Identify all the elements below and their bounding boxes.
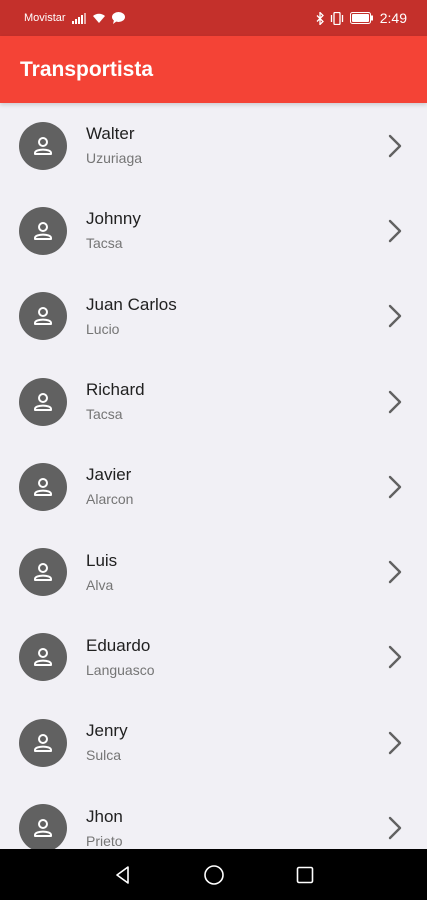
first-name: Jhon xyxy=(86,806,123,826)
person-icon xyxy=(34,477,52,496)
chevron-right-icon xyxy=(387,645,403,669)
person-icon xyxy=(34,563,52,582)
avatar xyxy=(19,718,67,767)
chevron-right-icon xyxy=(387,134,403,158)
chevron-right-icon xyxy=(387,219,403,243)
name-block: Jenry Sulca xyxy=(86,720,128,765)
avatar xyxy=(19,633,67,682)
person-icon xyxy=(34,307,52,326)
bluetooth-icon xyxy=(316,11,324,25)
name-block: Walter Uzuriaga xyxy=(86,123,142,168)
avatar xyxy=(19,121,67,170)
list-item[interactable]: Jhon Prieto xyxy=(0,785,427,849)
carrier-name: Movistar xyxy=(24,12,66,24)
name-block: Eduardo Languasco xyxy=(86,635,155,680)
list-item[interactable]: Luis Alva xyxy=(0,529,427,614)
person-icon xyxy=(34,648,52,667)
chevron-right-icon xyxy=(387,816,403,840)
list-item[interactable]: Eduardo Languasco xyxy=(0,615,427,700)
list-item[interactable]: Johnny Tacsa xyxy=(0,188,427,273)
first-name: Eduardo xyxy=(86,635,151,655)
battery-icon xyxy=(349,12,374,24)
chevron-right-icon xyxy=(387,304,403,328)
home-button[interactable] xyxy=(168,849,259,900)
status-bar: Movistar 2:49 xyxy=(0,0,427,36)
chevron-right-icon xyxy=(387,390,403,414)
last-name: Languasco xyxy=(86,661,155,678)
chevron-right-icon xyxy=(387,475,403,499)
message-icon xyxy=(111,12,125,24)
first-name: Javier xyxy=(86,465,132,485)
driver-list: Walter Uzuriaga Johnny Tacsa Juan Carlos Luci… xyxy=(0,103,427,849)
chevron-right-icon xyxy=(387,560,403,584)
first-name: Walter xyxy=(86,124,135,144)
status-right: 2:49 xyxy=(316,10,407,26)
name-block: Luis Alva xyxy=(86,550,117,595)
status-left: Movistar xyxy=(24,12,125,24)
person-icon xyxy=(34,733,52,752)
status-time: 2:49 xyxy=(379,10,407,26)
vibrate-icon xyxy=(330,11,344,25)
name-block: Johnny Tacsa xyxy=(86,208,141,253)
back-button[interactable] xyxy=(77,849,168,900)
signal-icon xyxy=(71,12,86,24)
avatar xyxy=(19,292,67,341)
first-name: Luis xyxy=(86,550,118,570)
list-item[interactable]: Jenry Sulca xyxy=(0,700,427,785)
last-name: Uzuriaga xyxy=(86,150,143,167)
last-name: Sulca xyxy=(86,747,122,764)
avatar xyxy=(19,206,67,255)
last-name: Tacsa xyxy=(86,406,123,423)
last-name: Alva xyxy=(86,576,114,593)
wifi-icon xyxy=(92,13,106,24)
list-item[interactable]: Juan Carlos Lucio xyxy=(0,274,427,359)
avatar xyxy=(19,804,67,849)
name-block: Richard Tacsa xyxy=(86,379,145,424)
name-block: Javier Alarcon xyxy=(86,464,133,509)
avatar xyxy=(19,377,67,426)
list-item[interactable]: Javier Alarcon xyxy=(0,444,427,529)
chevron-right-icon xyxy=(387,731,403,755)
person-icon xyxy=(34,221,52,240)
last-name: Prieto xyxy=(86,832,123,849)
name-block: Juan Carlos Lucio xyxy=(86,294,177,339)
person-icon xyxy=(34,392,52,411)
recents-icon xyxy=(296,866,313,883)
person-icon xyxy=(34,136,52,155)
name-block: Jhon Prieto xyxy=(86,806,123,849)
first-name: Richard xyxy=(86,380,145,400)
first-name: Juan Carlos xyxy=(86,294,177,314)
last-name: Lucio xyxy=(86,320,120,337)
avatar xyxy=(19,548,67,597)
navigation-bar xyxy=(0,849,427,900)
first-name: Jenry xyxy=(86,721,128,741)
app-bar: Transportista xyxy=(0,36,427,103)
recents-button[interactable] xyxy=(259,849,350,900)
home-icon xyxy=(203,864,224,885)
list-item[interactable]: Walter Uzuriaga xyxy=(0,103,427,188)
last-name: Alarcon xyxy=(86,491,134,508)
last-name: Tacsa xyxy=(86,235,123,252)
page-title: Transportista xyxy=(20,57,154,81)
back-icon xyxy=(115,865,129,884)
list-item[interactable]: Richard Tacsa xyxy=(0,359,427,444)
person-icon xyxy=(34,819,52,838)
first-name: Johnny xyxy=(86,209,141,229)
avatar xyxy=(19,462,67,511)
